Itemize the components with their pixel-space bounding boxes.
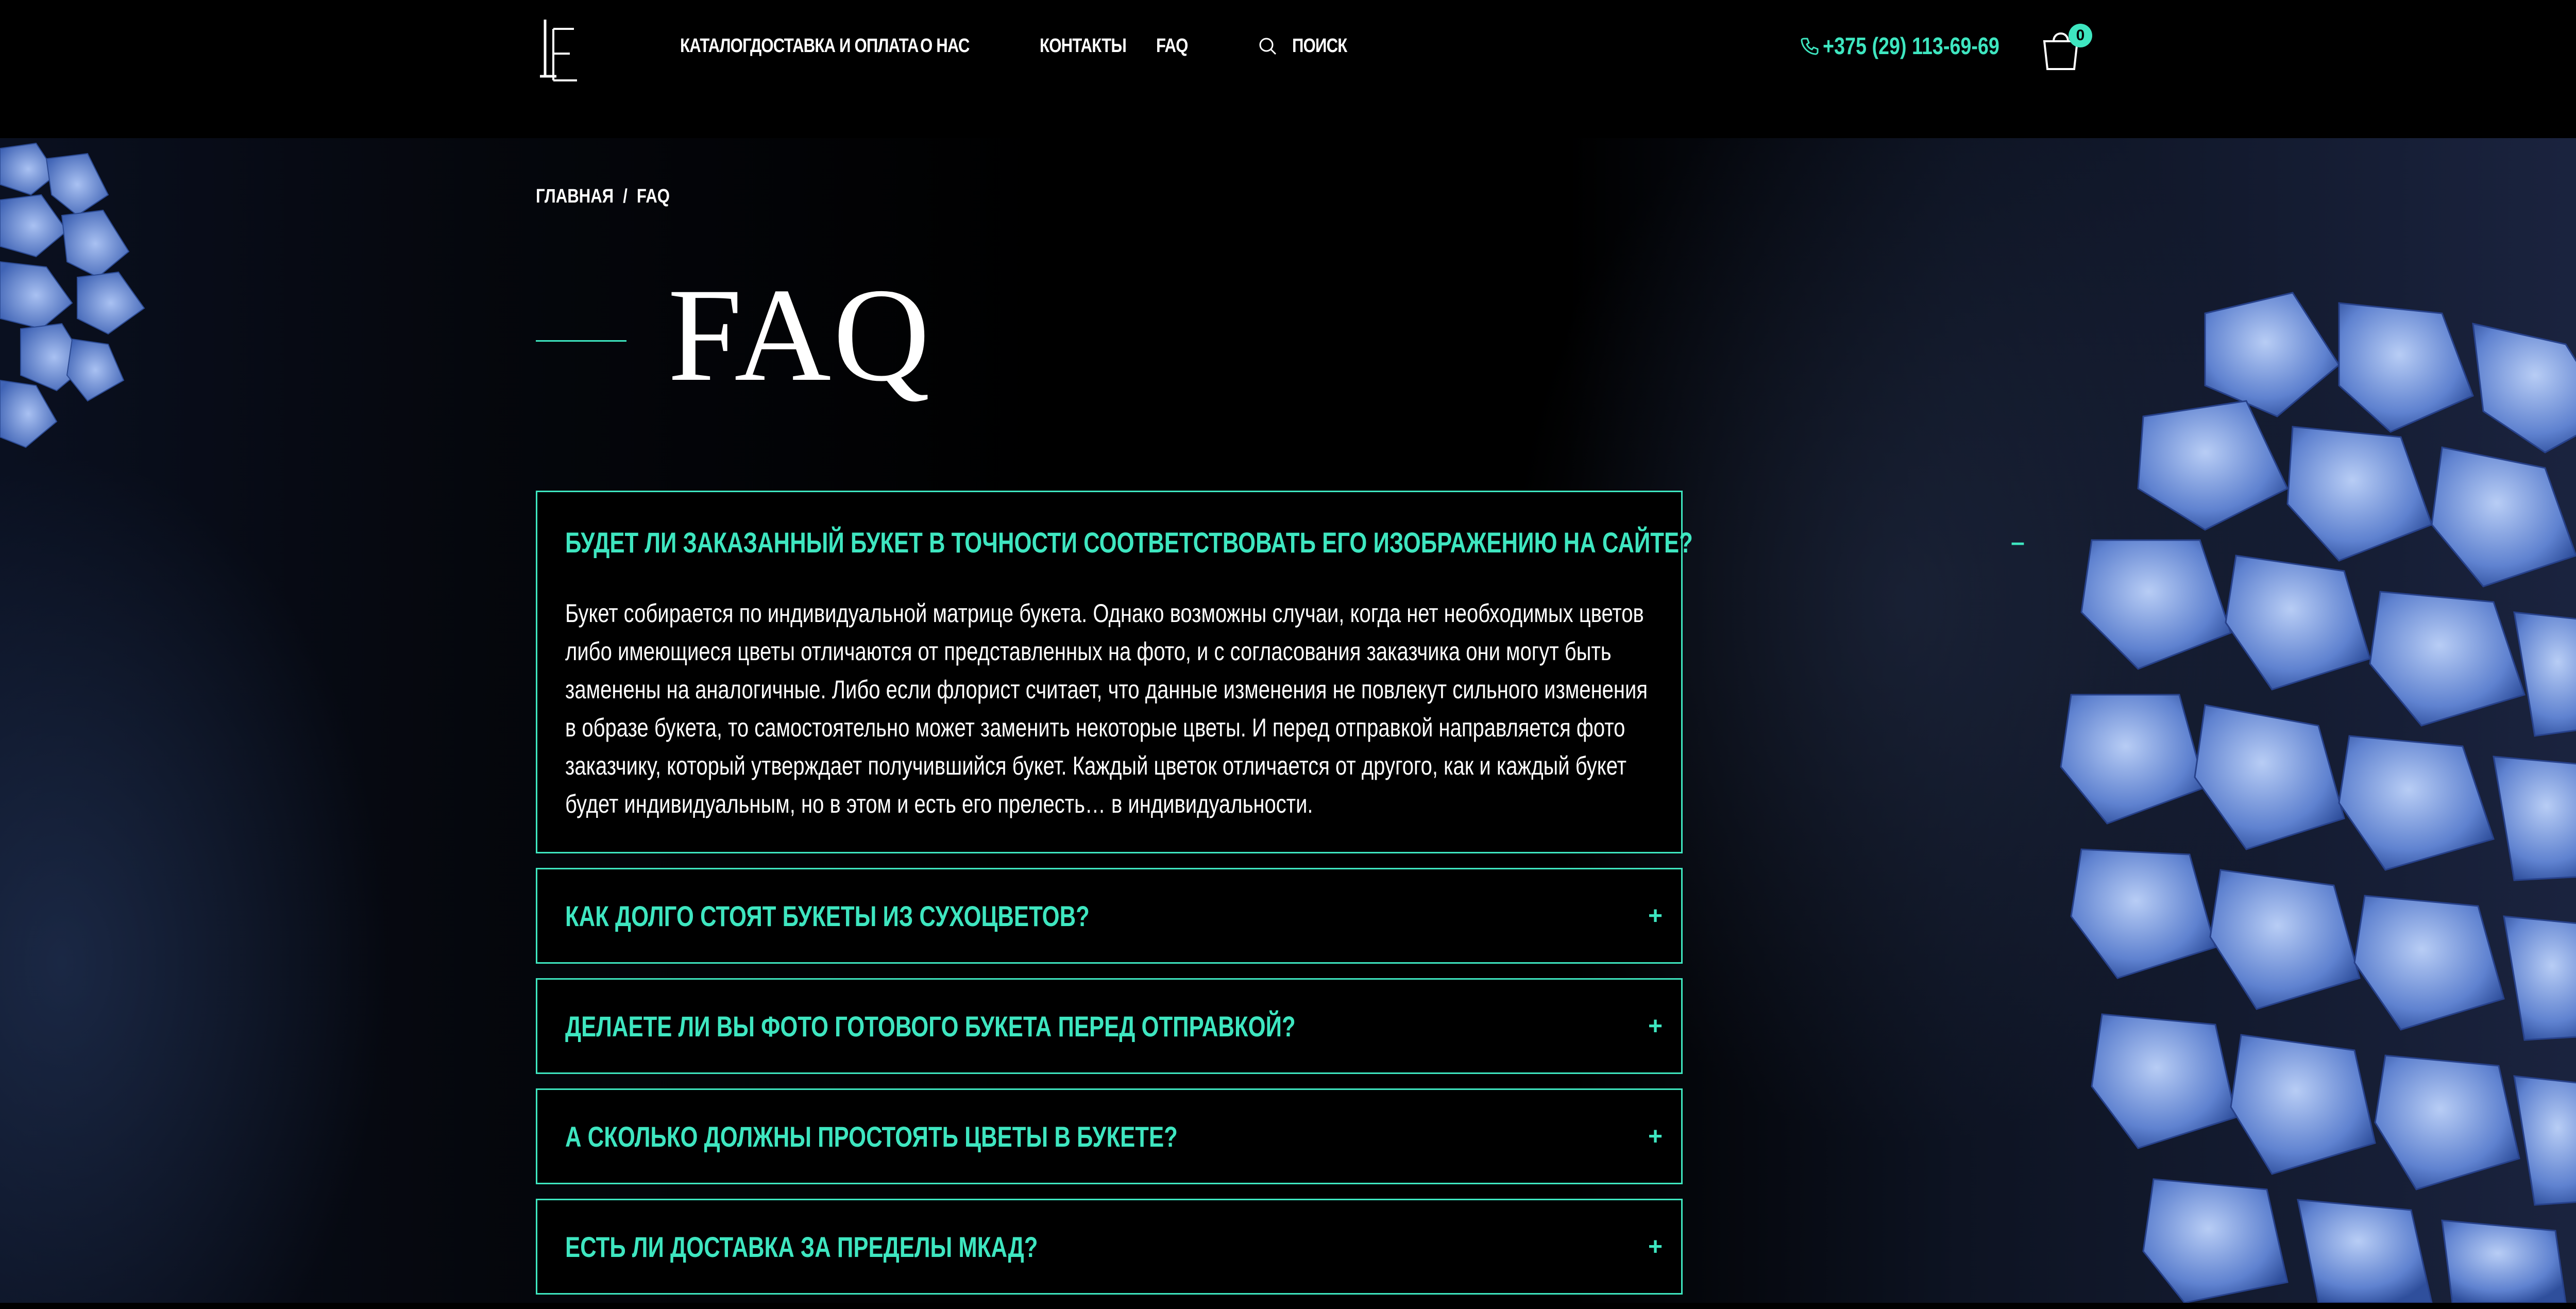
phone-number: +375 (29) 113-69-69 xyxy=(1823,32,1999,59)
faq-answer-text: Букет собирается по индивидуальной матри… xyxy=(565,599,1648,818)
breadcrumb-separator: / xyxy=(623,186,628,207)
title-decoration-line xyxy=(536,340,626,342)
phone-icon xyxy=(1801,38,1819,55)
logo[interactable] xyxy=(536,15,582,82)
faq-item: КАК ДОЛГО СТОЯТ БУКЕТЫ ИЗ СУХОЦВЕТОВ? + xyxy=(536,868,1683,964)
cart-count-badge: 0 xyxy=(2069,24,2092,47)
faq-item: ЕСТЬ ЛИ ДОСТАВКА ЗА ПРЕДЕЛЫ МКАД? + xyxy=(536,1199,1683,1295)
search-icon xyxy=(1259,38,1277,55)
faq-question: ДЕЛАЕТЕ ЛИ ВЫ ФОТО ГОТОВОГО БУКЕТА ПЕРЕД… xyxy=(565,1010,1296,1043)
breadcrumb: ГЛАВНАЯ / FAQ xyxy=(536,186,670,208)
nav-item-contacts[interactable]: КОНТАКТЫ xyxy=(1040,35,1135,57)
faq-question-toggle[interactable]: А СКОЛЬКО ДОЛЖНЫ ПРОСТОЯТЬ ЦВЕТЫ В БУКЕТ… xyxy=(537,1090,1681,1183)
faq-item: БУДЕТ ЛИ ЗАКАЗАННЫЙ БУКЕТ В ТОЧНОСТИ СОО… xyxy=(536,491,2025,853)
faq-question: ЕСТЬ ЛИ ДОСТАВКА ЗА ПРЕДЕЛЫ МКАД? xyxy=(565,1230,1038,1263)
collapse-icon[interactable]: – xyxy=(2011,528,2025,557)
nav-item-faq[interactable]: FAQ xyxy=(1156,35,1239,57)
faq-item: ДЕЛАЕТЕ ЛИ ВЫ ФОТО ГОТОВОГО БУКЕТА ПЕРЕД… xyxy=(536,978,1683,1074)
faq-item: А СКОЛЬКО ДОЛЖНЫ ПРОСТОЯТЬ ЦВЕТЫ В БУКЕТ… xyxy=(536,1088,1683,1184)
faq-question-toggle[interactable]: ДЕЛАЕТЕ ЛИ ВЫ ФОТО ГОТОВОГО БУКЕТА ПЕРЕД… xyxy=(537,980,1681,1072)
phone-link[interactable]: +375 (29) 113-69-69 xyxy=(1799,32,2038,60)
search-button[interactable]: ПОИСК xyxy=(1257,35,1359,57)
site-header: КАТАЛОГ ДОСТАВКА И ОПЛАТА О НАС КОНТАКТЫ… xyxy=(0,0,2576,138)
search-label: ПОИСК xyxy=(1292,35,1347,57)
faq-question-toggle[interactable]: БУДЕТ ЛИ ЗАКАЗАННЫЙ БУКЕТ В ТОЧНОСТИ СОО… xyxy=(537,492,2025,592)
faq-question-toggle[interactable]: ЕСТЬ ЛИ ДОСТАВКА ЗА ПРЕДЕЛЫ МКАД? + xyxy=(537,1200,1681,1293)
expand-icon[interactable]: + xyxy=(1645,902,1666,930)
hydrangea-image-left xyxy=(0,142,145,448)
nav-item-catalog[interactable]: КАТАЛОГ xyxy=(680,35,752,57)
breadcrumb-home[interactable]: ГЛАВНАЯ xyxy=(536,186,614,208)
faq-question-toggle[interactable]: КАК ДОЛГО СТОЯТ БУКЕТЫ ИЗ СУХОЦВЕТОВ? + xyxy=(537,869,1681,962)
page-title: FAQ xyxy=(668,261,932,409)
faq-accordion: БУДЕТ ЛИ ЗАКАЗАННЫЙ БУКЕТ В ТОЧНОСТИ СОО… xyxy=(536,491,2025,1309)
faq-question: А СКОЛЬКО ДОЛЖНЫ ПРОСТОЯТЬ ЦВЕТЫ В БУКЕТ… xyxy=(565,1120,1178,1153)
faq-answer: Букет собирается по индивидуальной матри… xyxy=(537,592,1681,852)
expand-icon[interactable]: + xyxy=(1645,1233,1666,1261)
main-nav: КАТАЛОГ ДОСТАВКА И ОПЛАТА О НАС КОНТАКТЫ… xyxy=(680,35,1359,57)
expand-icon[interactable]: + xyxy=(1645,1012,1666,1041)
nav-item-about[interactable]: О НАС xyxy=(920,35,1018,57)
nav-item-delivery[interactable]: ДОСТАВКА И ОПЛАТА xyxy=(750,35,919,57)
hydrangea-image-right xyxy=(2060,292,2576,1303)
breadcrumb-current: FAQ xyxy=(636,186,670,207)
expand-icon[interactable]: + xyxy=(1645,1122,1666,1151)
faq-question: КАК ДОЛГО СТОЯТ БУКЕТЫ ИЗ СУХОЦВЕТОВ? xyxy=(565,899,1090,932)
faq-question: БУДЕТ ЛИ ЗАКАЗАННЫЙ БУКЕТ В ТОЧНОСТИ СОО… xyxy=(565,526,1693,559)
